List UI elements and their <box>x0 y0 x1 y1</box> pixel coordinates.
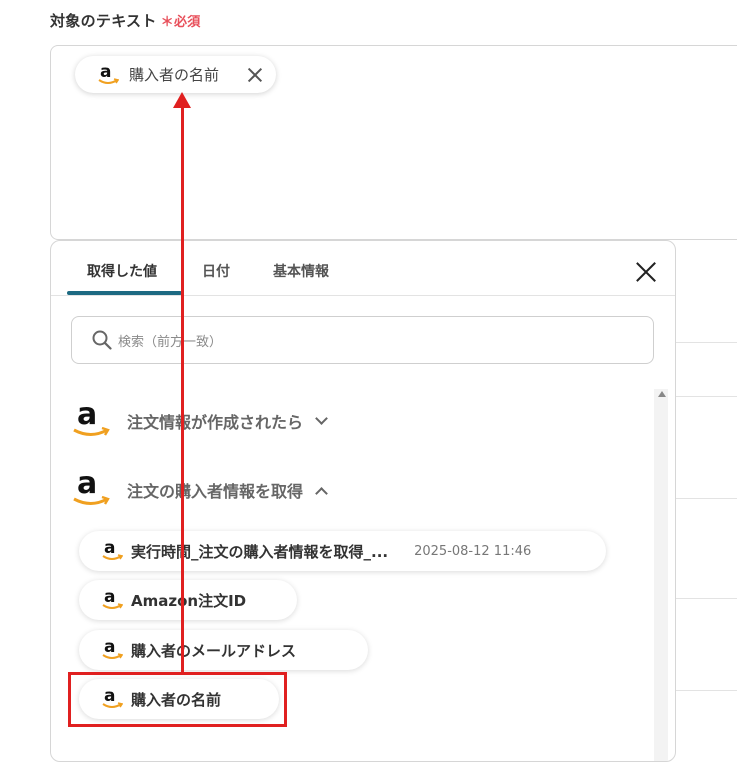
group-title: 注文情報が作成されたら <box>127 413 304 432</box>
remove-chip-icon[interactable] <box>246 66 264 84</box>
tab-retrieved-values[interactable]: 取得した値 <box>87 261 157 281</box>
divider <box>675 498 737 499</box>
amazon-icon: a <box>101 538 123 562</box>
list-item[interactable]: a 実行時間_注文の購入者情報を取得_... 2025-08-12 11:46 <box>79 531 606 571</box>
amazon-icon: a <box>101 637 123 661</box>
item-value: 2025-08-12 11:46 <box>414 543 532 559</box>
field-label-text: 対象のテキスト <box>50 12 157 30</box>
amazon-icon: a <box>71 466 111 510</box>
required-mark: ＊必須 <box>160 15 201 30</box>
chip-label: 購入者の名前 <box>129 66 220 84</box>
tab-date[interactable]: 日付 <box>202 261 230 281</box>
chevron-down-icon <box>315 411 328 425</box>
search-input[interactable]: 検索（前方一致） <box>71 316 654 364</box>
divider <box>675 690 737 691</box>
item-label: 実行時間_注文の購入者情報を取得_... <box>131 542 389 561</box>
divider <box>675 598 737 599</box>
search-placeholder: 検索（前方一致） <box>118 334 223 350</box>
chevron-up-icon <box>315 486 328 500</box>
list-item[interactable]: a Amazon注文ID <box>79 580 297 620</box>
selected-value-chip[interactable]: a 購入者の名前 <box>75 56 276 93</box>
amazon-icon: a <box>101 587 123 611</box>
tab-bar: 取得した値 日付 基本情報 <box>51 241 675 296</box>
annotation-arrow-head-icon <box>173 92 191 108</box>
amazon-icon: a <box>97 62 119 86</box>
search-icon <box>92 330 112 350</box>
active-tab-indicator <box>67 291 182 295</box>
tab-basic-info[interactable]: 基本情報 <box>273 261 329 281</box>
scroll-up-arrow-icon[interactable] <box>658 391 666 397</box>
divider <box>675 396 737 397</box>
item-label: Amazon注文ID <box>131 591 247 610</box>
group-buyer-info[interactable]: a 注文の購入者情報を取得 <box>71 466 328 510</box>
scrollbar[interactable] <box>654 389 668 761</box>
field-label: 対象のテキスト ＊必須 <box>50 10 201 31</box>
item-label: 購入者のメールアドレス <box>131 641 297 660</box>
annotation-arrow-line <box>181 100 184 672</box>
amazon-icon: a <box>71 397 111 441</box>
close-icon[interactable] <box>635 261 657 283</box>
divider <box>675 342 737 343</box>
group-title: 注文の購入者情報を取得 <box>127 482 304 501</box>
group-order-created[interactable]: a 注文情報が作成されたら <box>71 397 328 441</box>
list-item[interactable]: a 購入者のメールアドレス <box>79 630 368 670</box>
annotation-highlight-box <box>68 672 287 727</box>
